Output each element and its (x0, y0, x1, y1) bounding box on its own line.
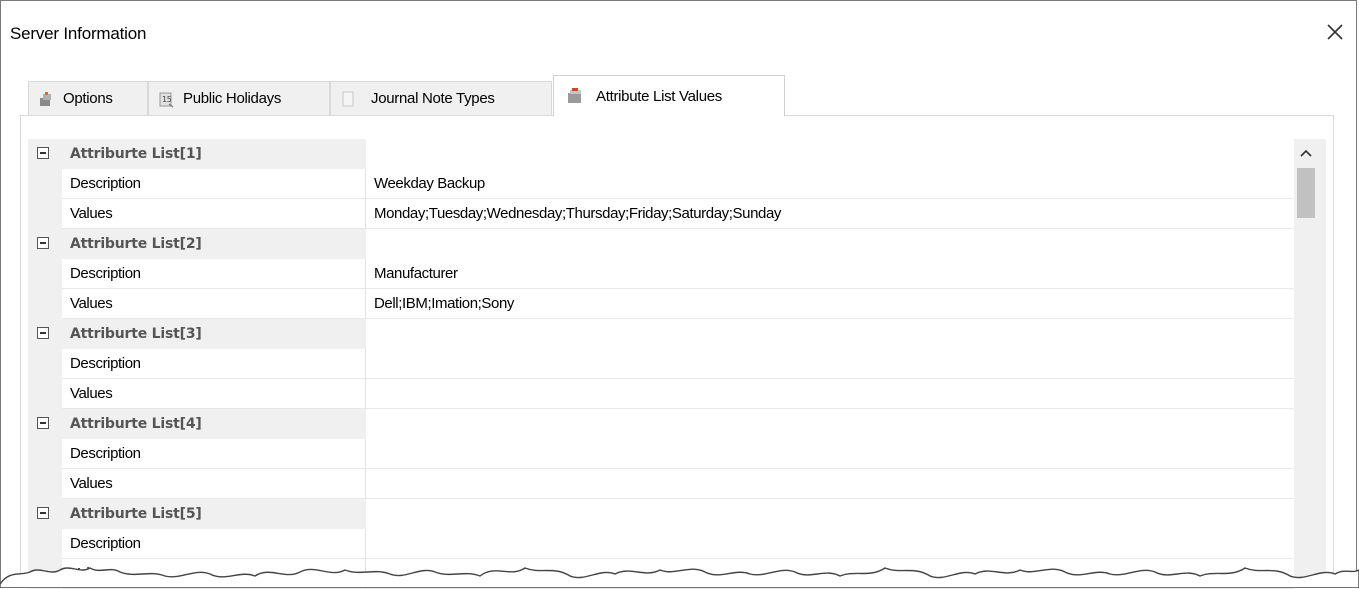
property-row[interactable]: Values (28, 379, 1294, 409)
category-name: Attriburte List[4] (62, 409, 366, 439)
row-gutter (28, 409, 62, 439)
attribute-list-icon (566, 87, 584, 105)
collapse-icon[interactable] (37, 237, 49, 249)
collapse-icon[interactable] (37, 147, 49, 159)
property-row[interactable]: Description (28, 349, 1294, 379)
category-row[interactable]: Attriburte List[4] (28, 409, 1294, 439)
collapse-icon[interactable] (37, 507, 49, 519)
property-value[interactable] (366, 439, 1294, 469)
torn-edge (0, 567, 1359, 588)
property-name: Values (62, 469, 366, 499)
property-value[interactable]: Dell;IBM;Imation;Sony (366, 289, 1294, 319)
property-row[interactable]: Description (28, 529, 1294, 559)
row-gutter (28, 169, 62, 199)
svg-text:15: 15 (162, 95, 172, 104)
row-gutter (28, 469, 62, 499)
property-row[interactable]: Description Weekday Backup (28, 169, 1294, 199)
calendar-icon: 15 (157, 90, 175, 108)
property-name: Values (62, 199, 366, 229)
category-name: Attriburte List[3] (62, 319, 366, 349)
property-value[interactable] (366, 379, 1294, 409)
category-value (366, 499, 1294, 529)
property-name: Description (62, 259, 366, 289)
property-row[interactable]: Values Monday;Tuesday;Wednesday;Thursday;… (28, 199, 1294, 229)
tab-attribute-list-values[interactable]: Attribute List Values (553, 75, 785, 116)
property-row[interactable]: Description (28, 439, 1294, 469)
scroll-up-icon[interactable] (1290, 139, 1322, 167)
category-value (366, 139, 1294, 169)
property-value[interactable] (366, 349, 1294, 379)
category-row[interactable]: Attriburte List[1] (28, 139, 1294, 169)
category-name: Attriburte List[1] (62, 139, 366, 169)
property-name: Description (62, 439, 366, 469)
property-name: Description (62, 169, 366, 199)
property-row[interactable]: Values Dell;IBM;Imation;Sony (28, 289, 1294, 319)
row-gutter (28, 199, 62, 229)
scroll-thumb[interactable] (1297, 168, 1315, 218)
category-row[interactable]: Attriburte List[5] (28, 499, 1294, 529)
tab-journal-note-types-label: Journal Note Types (371, 90, 495, 107)
row-gutter (28, 439, 62, 469)
dialog-title: Server Information (10, 24, 147, 43)
property-name: Values (62, 379, 366, 409)
tab-public-holidays-label: Public Holidays (183, 90, 282, 107)
property-value[interactable]: Weekday Backup (366, 169, 1294, 199)
tab-attribute-list-values-label: Attribute List Values (596, 87, 722, 105)
row-gutter (28, 289, 62, 319)
property-value[interactable] (366, 529, 1294, 559)
collapse-icon[interactable] (37, 327, 49, 339)
row-gutter (28, 499, 62, 529)
category-value (366, 319, 1294, 349)
tab-public-holidays[interactable]: 15 Public Holidays (148, 81, 330, 115)
category-row[interactable]: Attriburte List[2] (28, 229, 1294, 259)
category-name: Attriburte List[5] (62, 499, 366, 529)
property-value[interactable] (366, 469, 1294, 499)
property-name: Description (62, 529, 366, 559)
row-gutter (28, 139, 62, 169)
row-gutter (28, 259, 62, 289)
tab-options-label: Options (63, 90, 113, 107)
property-name: Description (62, 349, 366, 379)
note-icon (339, 90, 357, 108)
row-gutter (28, 319, 62, 349)
category-row[interactable]: Attriburte List[3] (28, 319, 1294, 349)
property-row[interactable]: Description Manufacturer (28, 259, 1294, 289)
property-row[interactable]: Values (28, 469, 1294, 499)
close-icon[interactable] (1324, 21, 1346, 43)
vertical-scrollbar[interactable] (1294, 139, 1326, 588)
category-name: Attriburte List[2] (62, 229, 366, 259)
row-gutter (28, 379, 62, 409)
property-value[interactable]: Manufacturer (366, 259, 1294, 289)
category-value (366, 409, 1294, 439)
options-icon (37, 90, 55, 108)
row-gutter (28, 529, 62, 559)
category-value (366, 229, 1294, 259)
tab-options[interactable]: Options (28, 81, 148, 115)
tab-journal-note-types[interactable]: Journal Note Types (330, 81, 552, 115)
row-gutter (28, 229, 62, 259)
property-name: Values (62, 289, 366, 319)
property-value[interactable]: Monday;Tuesday;Wednesday;Thursday;Friday… (366, 199, 1294, 229)
collapse-icon[interactable] (37, 417, 49, 429)
row-gutter (28, 349, 62, 379)
